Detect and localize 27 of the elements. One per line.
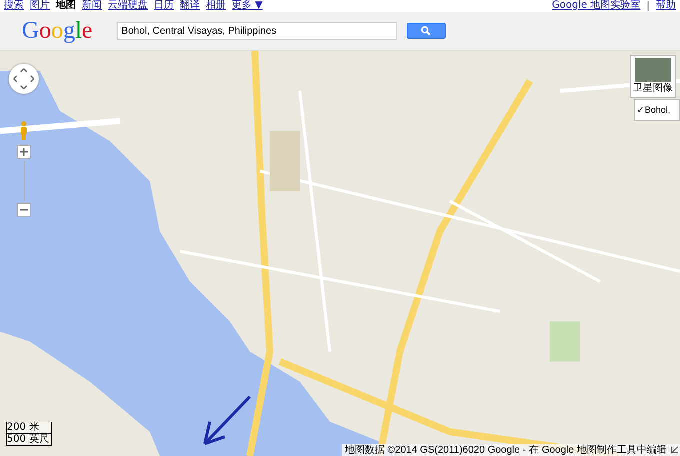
nav-link[interactable]: 云端硬盘 [108, 0, 148, 12]
zoom-out-button[interactable] [17, 203, 31, 217]
nav-link[interactable]: 日历 [154, 0, 174, 12]
search-icon [421, 26, 432, 36]
search-field[interactable]: Bohol, Central Visayas, Philippines [116, 22, 397, 40]
nav-link[interactable]: 相册 [206, 0, 226, 12]
satellite-button[interactable]: 卫星图像 [630, 55, 676, 98]
checkmark-icon: ✓ [637, 105, 645, 115]
search-button[interactable] [406, 23, 446, 39]
nav-link[interactable]: 图片 [30, 0, 50, 12]
attribution-text: 地图数据 ©2014 GS(2011)6020 Google - [345, 444, 526, 456]
nav-link[interactable]: 搜索 [4, 0, 24, 12]
nav-link[interactable]: 翻译 [180, 0, 200, 12]
corner-arrow-icon[interactable] [670, 445, 680, 455]
link-separator: | [646, 0, 650, 12]
edit-link[interactable]: 在 Google 地图制作工具中编辑 [529, 443, 667, 456]
logo[interactable]: Google [22, 17, 93, 45]
nav-link[interactable]: 帮助 [656, 0, 676, 12]
plus-icon [20, 148, 28, 156]
satellite-thumbnail [635, 58, 671, 82]
scale-label: 500 英尺 [7, 434, 51, 446]
layer-label: Bohol, [645, 105, 671, 115]
layer-dropdown[interactable]: ✓Bohol, [634, 99, 680, 121]
zoom-in-button[interactable] [17, 145, 31, 159]
satellite-label: 卫星图像 [633, 82, 673, 95]
nav-link[interactable]: 更多 ▼ [232, 0, 263, 12]
scale-label: 200 米 [7, 422, 51, 434]
